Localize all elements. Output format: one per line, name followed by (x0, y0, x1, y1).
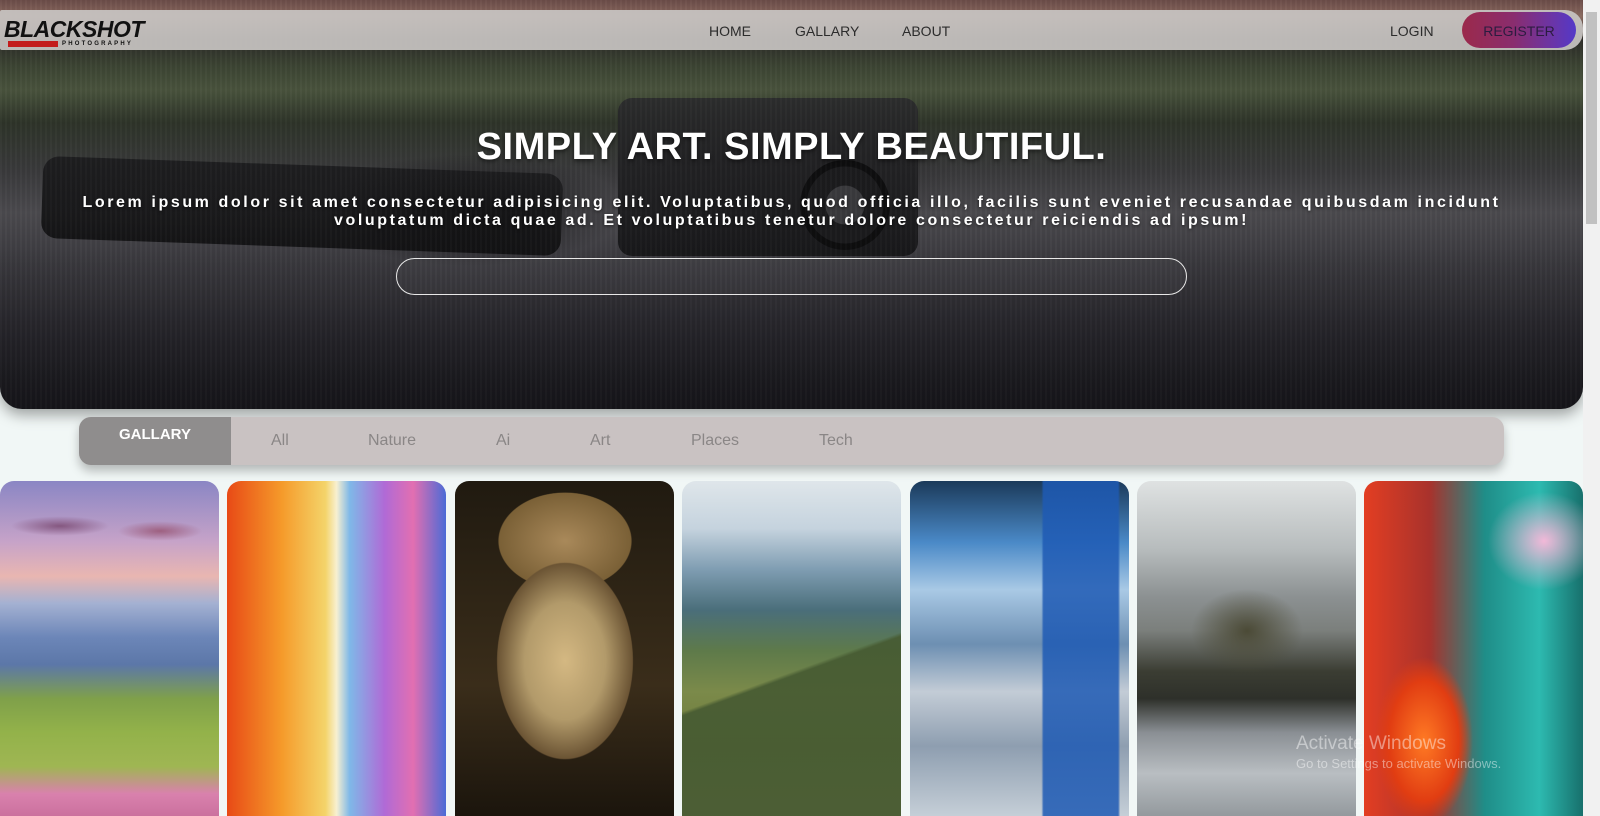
camera-image (618, 98, 918, 256)
nav-link-home[interactable]: HOME (709, 23, 751, 39)
activate-windows-title: Activate Windows (1296, 733, 1446, 754)
filter-all-button[interactable]: All (271, 432, 289, 450)
filter-art-button[interactable]: Art (590, 432, 610, 450)
filter-places-button[interactable]: Places (691, 432, 739, 450)
activate-windows-subtitle: Go to Settings to activate Windows. (1296, 756, 1502, 771)
hero-description: Lorem ipsum dolor sit amet consectetur a… (82, 194, 1501, 229)
brand-logo[interactable]: BLACKSHOT PHOTOGRAPHY (4, 14, 150, 50)
gallery-card-human-robot-painting[interactable] (227, 481, 446, 816)
filter-ai-button[interactable]: Ai (496, 432, 510, 450)
register-button[interactable]: REGISTER (1462, 12, 1576, 48)
nav-link-about[interactable]: ABOUT (902, 23, 950, 39)
gallery-card-bronze-mask[interactable] (455, 481, 674, 816)
hero-title: SIMPLY ART. SIMPLY BEAUTIFUL. (476, 126, 1107, 168)
filter-nature-button[interactable]: Nature (368, 432, 416, 450)
logo-subtext: PHOTOGRAPHY (62, 41, 134, 47)
gallery-card-robot-warehouse[interactable] (910, 481, 1129, 816)
top-navbar: BLACKSHOT PHOTOGRAPHY HOME GALLARY ABOUT… (0, 10, 1583, 50)
nav-link-gallary[interactable]: GALLARY (795, 23, 859, 39)
search-input[interactable] (396, 258, 1187, 295)
gallery-card-mountain-meadow[interactable] (0, 481, 219, 816)
logo-text: BLACKSHOT (4, 16, 144, 42)
gallery-filter-bar: GALLARY All Nature Ai Art Places Tech (79, 417, 1504, 465)
login-link[interactable]: LOGIN (1390, 23, 1434, 39)
logo-red-bar (8, 41, 58, 47)
gallery-card-mountain-ruins[interactable] (682, 481, 901, 816)
scrollbar-thumb[interactable] (1586, 12, 1597, 224)
filter-gallary-active[interactable]: GALLARY (79, 417, 231, 465)
filter-tech-button[interactable]: Tech (819, 432, 853, 450)
